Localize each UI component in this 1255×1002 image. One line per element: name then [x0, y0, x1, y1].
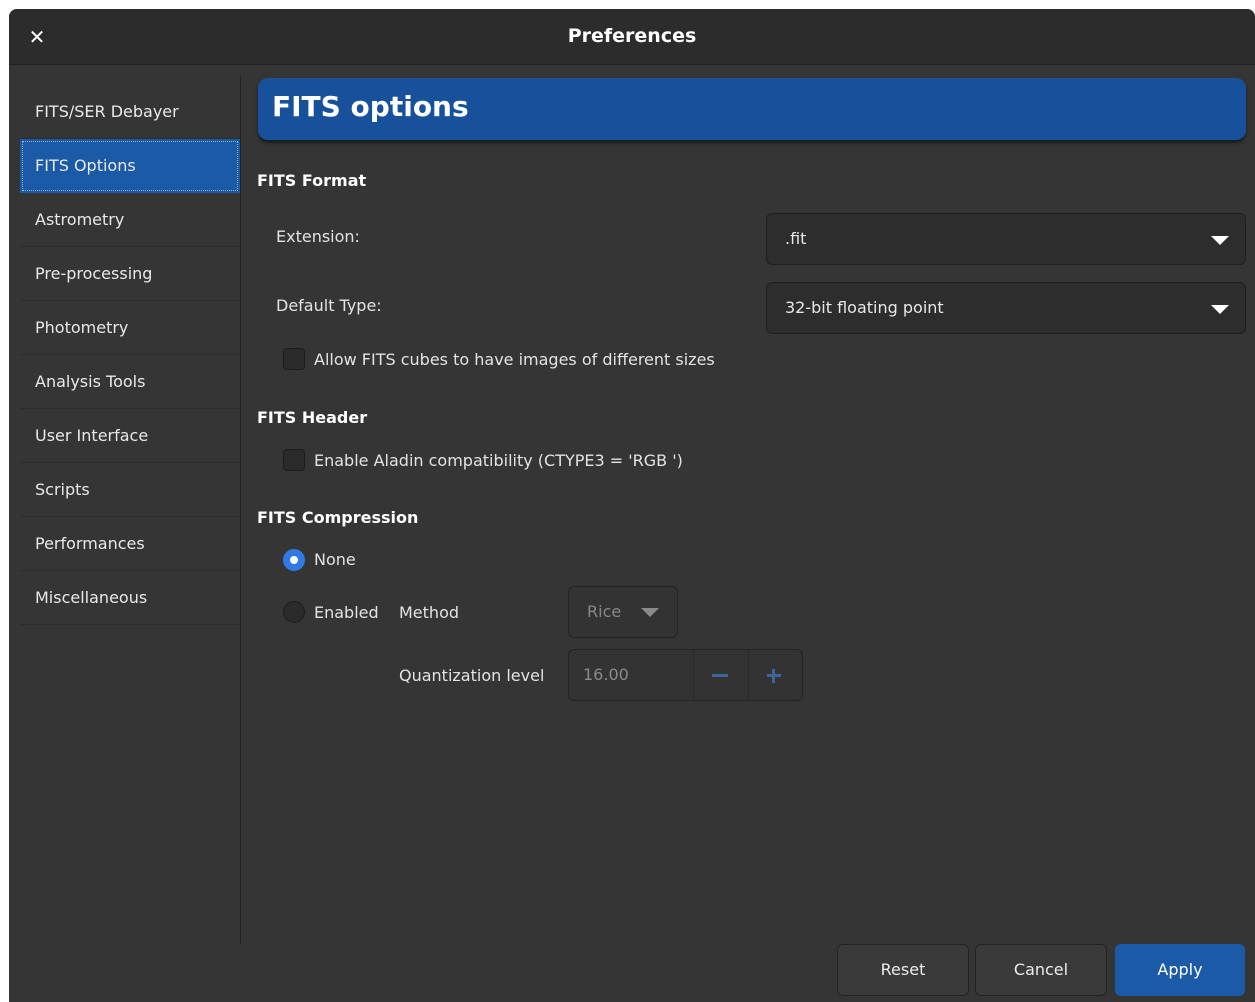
apply-button[interactable]: Apply [1115, 944, 1245, 996]
fits-compression-title: FITS Compression [257, 508, 419, 527]
sidebar-item-pre-processing[interactable]: Pre-processing [20, 247, 240, 301]
extension-value: .fit [785, 229, 807, 248]
compression-enabled-label: Enabled [314, 603, 379, 622]
quantization-value[interactable]: 16.00 [583, 665, 629, 684]
sidebar-item-miscellaneous[interactable]: Miscellaneous [20, 571, 240, 625]
default-type-dropdown[interactable]: 32-bit floating point [766, 282, 1246, 334]
stepper-divider [693, 650, 694, 700]
method-value: Rice [587, 602, 622, 621]
window-title: Preferences [567, 25, 697, 47]
compression-none-label: None [314, 550, 356, 569]
minus-icon[interactable] [712, 674, 728, 677]
chevron-down-icon [1211, 305, 1229, 314]
reset-button[interactable]: Reset [837, 944, 969, 996]
allow-cubes-label: Allow FITS cubes to have images of diffe… [314, 350, 715, 369]
fits-format-title: FITS Format [257, 171, 367, 190]
method-label: Method [399, 603, 460, 622]
compression-none-radio[interactable] [283, 549, 305, 571]
sidebar-item-user-interface[interactable]: User Interface [20, 409, 240, 463]
compression-enabled-radio[interactable] [283, 601, 305, 623]
default-type-value: 32-bit floating point [785, 298, 944, 317]
plus-icon-vertical [772, 669, 775, 683]
sidebar-item-astrometry[interactable]: Astrometry [20, 193, 240, 247]
title-bar: ✕ Preferences [9, 9, 1255, 65]
preferences-window: ✕ Preferences FITS/SER Debayer FITS Opti… [9, 9, 1255, 1002]
sidebar-divider [240, 76, 241, 944]
sidebar-item-fits-options[interactable]: FITS Options [20, 139, 240, 193]
sidebar-item-analysis-tools[interactable]: Analysis Tools [20, 355, 240, 409]
sidebar-item-performances[interactable]: Performances [20, 517, 240, 571]
sidebar-item-scripts[interactable]: Scripts [20, 463, 240, 517]
allow-cubes-checkbox[interactable] [283, 348, 305, 370]
chevron-down-icon [1211, 236, 1229, 245]
sidebar: FITS/SER Debayer FITS Options Astrometry… [20, 85, 240, 625]
stepper-divider [748, 650, 749, 700]
aladin-label: Enable Aladin compatibility (CTYPE3 = 'R… [314, 451, 683, 470]
page-title: FITS options [272, 90, 469, 123]
aladin-checkbox[interactable] [283, 449, 305, 471]
method-dropdown[interactable]: Rice [568, 586, 678, 638]
extension-label: Extension: [276, 227, 360, 246]
quantization-label: Quantization level [399, 666, 545, 685]
sidebar-item-fits-ser-debayer[interactable]: FITS/SER Debayer [20, 85, 240, 139]
sidebar-item-photometry[interactable]: Photometry [20, 301, 240, 355]
fits-header-title: FITS Header [257, 408, 368, 427]
quantization-stepper[interactable]: 16.00 [568, 649, 803, 701]
cancel-button[interactable]: Cancel [975, 944, 1107, 996]
chevron-down-icon [641, 608, 659, 617]
default-type-label: Default Type: [276, 296, 382, 315]
page-header: FITS options [258, 78, 1246, 140]
extension-dropdown[interactable]: .fit [766, 213, 1246, 265]
